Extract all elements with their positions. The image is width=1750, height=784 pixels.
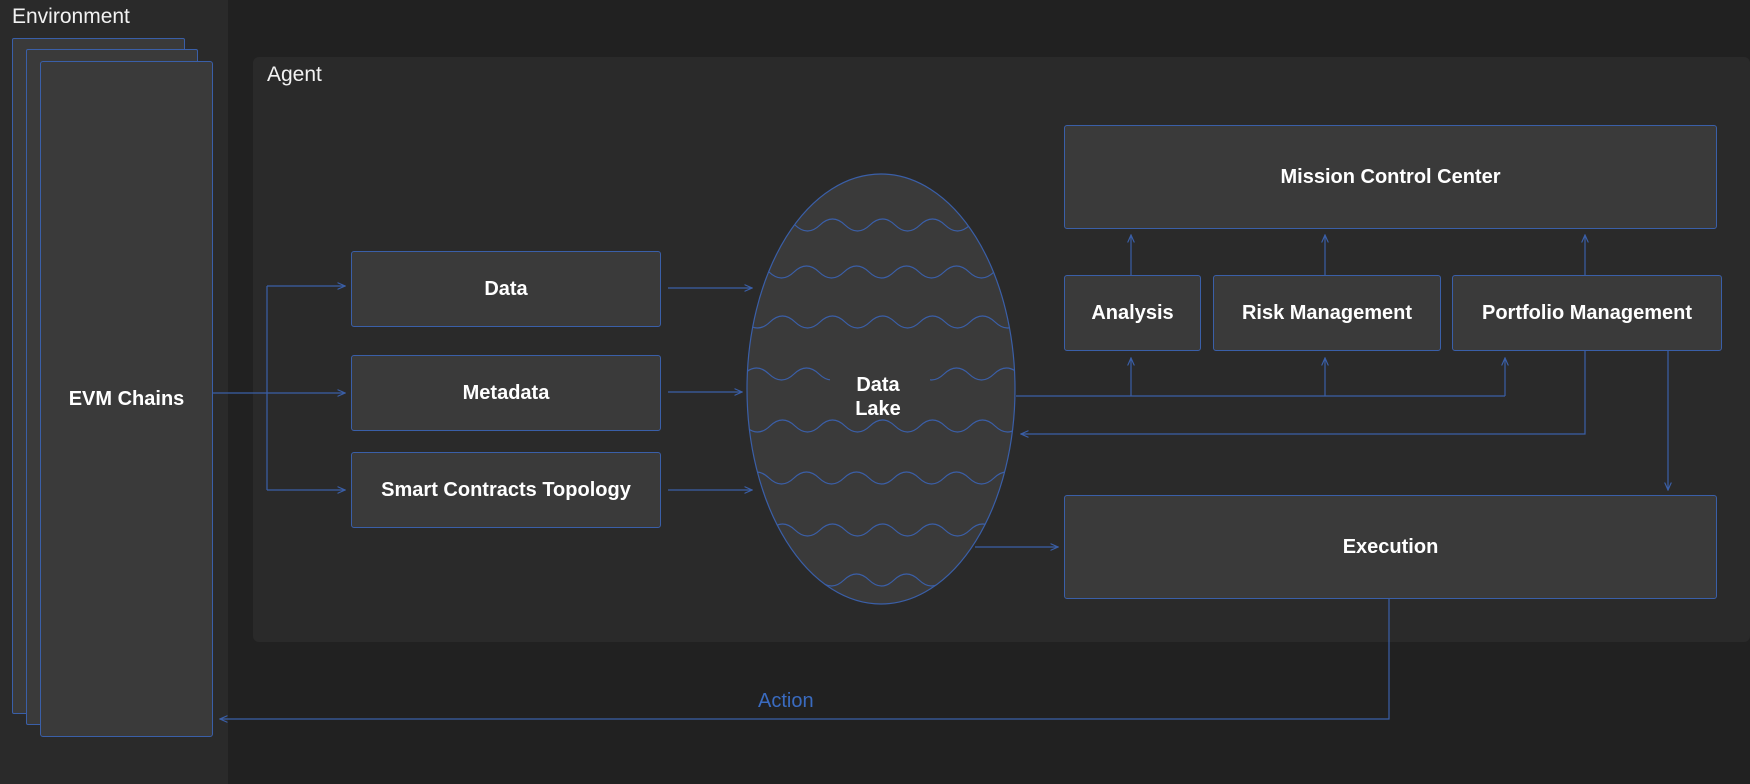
- data-lake-label-line1: Data: [856, 374, 900, 396]
- data-lake-label-line2: Lake: [855, 398, 901, 420]
- data-lake-label: Data Lake: [830, 373, 926, 421]
- action-label: Action: [758, 690, 814, 712]
